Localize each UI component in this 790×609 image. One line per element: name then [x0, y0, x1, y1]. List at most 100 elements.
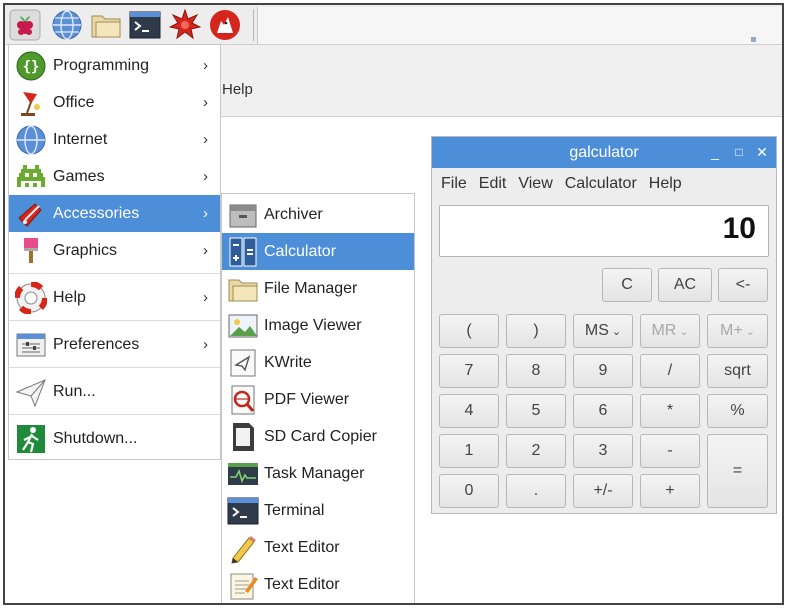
- games-icon: [15, 161, 47, 193]
- preferences-icon: [15, 329, 47, 361]
- key-multiply[interactable]: *: [640, 394, 700, 428]
- programming-icon: {}: [15, 50, 47, 82]
- background-window: [217, 45, 782, 117]
- key-all-clear[interactable]: AC: [658, 268, 712, 302]
- menu-item-help[interactable]: Help ›: [9, 279, 220, 316]
- key-9[interactable]: 9: [573, 354, 633, 388]
- menu-separator: [9, 273, 220, 274]
- key-minus[interactable]: -: [640, 434, 700, 468]
- menu-calculator[interactable]: Calculator: [565, 175, 637, 193]
- menu-help[interactable]: Help: [649, 175, 682, 193]
- archiver-icon: [227, 199, 259, 231]
- file-manager-icon: [227, 273, 259, 305]
- menu-item-preferences[interactable]: Preferences ›: [9, 326, 220, 363]
- key-equals[interactable]: =: [707, 434, 768, 508]
- key-8[interactable]: 8: [506, 354, 566, 388]
- text-editor-pencil-icon: [227, 532, 259, 564]
- key-memory-store[interactable]: MS ⌄: [573, 314, 633, 348]
- key-plus[interactable]: +: [640, 474, 700, 508]
- submenu-item-sd-card-copier[interactable]: SD Card Copier: [222, 418, 414, 455]
- submenu-item-terminal[interactable]: Terminal: [222, 492, 414, 529]
- key-backspace[interactable]: <-: [718, 268, 768, 302]
- key-6[interactable]: 6: [573, 394, 633, 428]
- maximize-button[interactable]: □: [729, 142, 749, 162]
- background-menu-help[interactable]: Help: [222, 81, 253, 98]
- key-open-paren[interactable]: (: [439, 314, 499, 348]
- minimize-button[interactable]: _: [705, 142, 725, 162]
- key-decimal-point[interactable]: .: [506, 474, 566, 508]
- key-divide[interactable]: /: [640, 354, 700, 388]
- submenu-item-image-viewer[interactable]: Image Viewer: [222, 307, 414, 344]
- menu-item-games[interactable]: Games ›: [9, 158, 220, 195]
- key-sqrt[interactable]: sqrt: [707, 354, 768, 388]
- menu-edit[interactable]: Edit: [479, 175, 507, 193]
- web-browser-icon[interactable]: [51, 9, 83, 41]
- run-icon: [15, 376, 47, 408]
- key-percent[interactable]: %: [707, 394, 768, 428]
- accessories-submenu: Archiver Calculator File Manager Image V…: [221, 193, 415, 603]
- taskbar: [5, 5, 782, 45]
- key-mr-label: MR: [651, 322, 677, 339]
- close-button[interactable]: ✕: [752, 142, 772, 162]
- image-viewer-icon: [227, 310, 259, 342]
- pdf-viewer-icon: [227, 384, 259, 416]
- submenu-item-file-manager[interactable]: File Manager: [222, 270, 414, 307]
- wolfram-icon[interactable]: [209, 9, 241, 41]
- submenu-item-archiver[interactable]: Archiver: [222, 196, 414, 233]
- menu-file[interactable]: File: [441, 175, 467, 193]
- menu-item-shutdown[interactable]: Shutdown...: [9, 420, 220, 457]
- kwrite-icon: [227, 347, 259, 379]
- submenu-item-text-editor-2[interactable]: Text Editor: [222, 566, 414, 603]
- calculator-titlebar[interactable]: galculator _ □ ✕: [432, 137, 776, 168]
- file-manager-icon[interactable]: [90, 9, 122, 41]
- key-2[interactable]: 2: [506, 434, 566, 468]
- menu-item-accessories[interactable]: Accessories ›: [9, 195, 220, 232]
- raspberry-menu-icon[interactable]: [9, 9, 41, 41]
- submenu-item-kwrite[interactable]: KWrite: [222, 344, 414, 381]
- terminal-icon[interactable]: [129, 9, 161, 41]
- shutdown-icon: [15, 423, 47, 455]
- key-ms-label: MS: [584, 322, 609, 339]
- help-icon: [15, 281, 47, 314]
- menu-item-graphics[interactable]: Graphics ›: [9, 232, 220, 269]
- menu-separator: [9, 414, 220, 415]
- menu-item-run[interactable]: Run...: [9, 373, 220, 410]
- menu-item-internet[interactable]: Internet ›: [9, 121, 220, 158]
- key-1[interactable]: 1: [439, 434, 499, 468]
- internet-icon: [15, 124, 47, 156]
- key-close-paren[interactable]: ): [506, 314, 566, 348]
- menu-item-office[interactable]: Office ›: [9, 84, 220, 121]
- desktop-screen: Help {} Programming › Office › Internet …: [3, 3, 784, 605]
- key-memory-recall[interactable]: MR ⌄: [640, 314, 700, 348]
- submenu-item-task-manager[interactable]: Task Manager: [222, 455, 414, 492]
- calculator-menubar: File Edit View Calculator Help: [432, 168, 776, 200]
- key-memory-add[interactable]: M+ ⌄: [707, 314, 768, 348]
- chevron-down-icon: ⌄: [679, 326, 689, 338]
- menu-item-programming[interactable]: {} Programming ›: [9, 47, 220, 84]
- key-3[interactable]: 3: [573, 434, 633, 468]
- submenu-item-pdf-viewer[interactable]: PDF Viewer: [222, 381, 414, 418]
- key-5[interactable]: 5: [506, 394, 566, 428]
- key-clear[interactable]: C: [602, 268, 652, 302]
- taskbar-separator: [253, 9, 254, 41]
- key-mplus-label: M+: [720, 322, 743, 339]
- accessories-icon: [15, 198, 47, 230]
- key-4[interactable]: 4: [439, 394, 499, 428]
- submenu-item-calculator[interactable]: Calculator: [222, 233, 414, 270]
- text-editor-notepad-icon: [227, 569, 259, 601]
- menu-separator: [9, 320, 220, 321]
- task-manager-icon: [227, 458, 259, 490]
- calculator-display: 10: [439, 205, 769, 257]
- mathematica-icon[interactable]: [169, 9, 201, 41]
- submenu-item-text-editor-1[interactable]: Text Editor: [222, 529, 414, 566]
- key-7[interactable]: 7: [439, 354, 499, 388]
- svg-text:{}: {}: [23, 59, 40, 75]
- key-0[interactable]: 0: [439, 474, 499, 508]
- taskbar-indicator: [751, 37, 756, 42]
- taskbar-window-list[interactable]: [257, 7, 782, 44]
- key-change-sign[interactable]: +/-: [573, 474, 633, 508]
- menu-view[interactable]: View: [518, 175, 552, 193]
- chevron-down-icon: ⌄: [611, 326, 622, 338]
- chevron-down-icon: ⌄: [745, 326, 755, 338]
- sd-card-icon: [227, 421, 259, 453]
